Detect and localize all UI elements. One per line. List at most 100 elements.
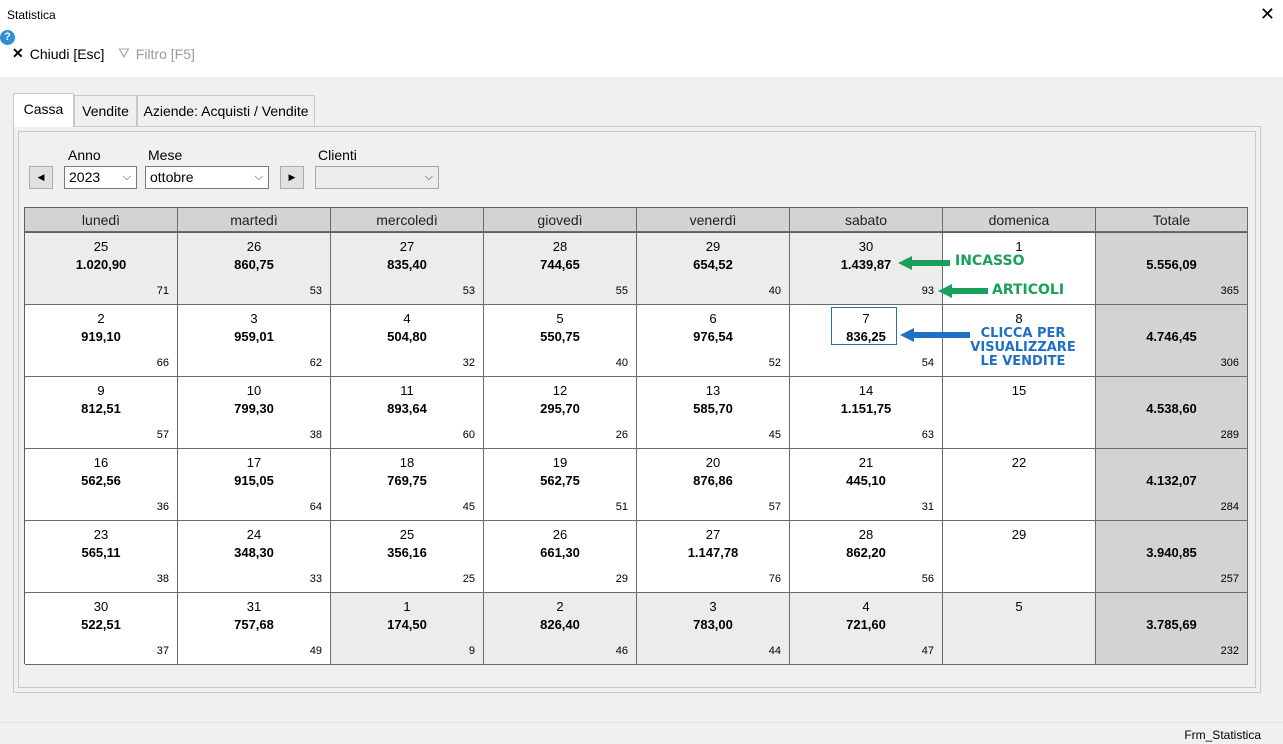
help-icon[interactable]: ? — [0, 30, 15, 45]
day-number: 5 — [556, 311, 564, 326]
day-cell[interactable]: 16 562,56 36 — [25, 449, 178, 521]
day-cell[interactable]: 18 769,75 45 — [331, 449, 484, 521]
day-item-count: 38 — [156, 573, 169, 585]
day-cell[interactable]: 23 565,11 38 — [25, 521, 178, 593]
day-number: 5 — [1015, 599, 1023, 614]
filter-button[interactable]: ⛛ Filtro [F5] — [118, 45, 195, 62]
day-item-count: 56 — [921, 573, 934, 585]
day-cell[interactable]: 2 919,10 66 — [25, 305, 178, 377]
day-amount: 893,64 — [387, 401, 427, 416]
toolbar: ✕ Chiudi [Esc] ⛛ Filtro [F5] ? — [0, 30, 1283, 77]
day-item-count: 36 — [156, 501, 169, 513]
day-cell[interactable]: 19 562,75 51 — [484, 449, 637, 521]
day-cell[interactable]: 25 1.020,90 71 — [25, 233, 178, 305]
day-cell[interactable]: 21 445,10 31 — [790, 449, 943, 521]
day-amount: 860,75 — [234, 257, 274, 272]
day-cell[interactable]: 10 799,30 38 — [178, 377, 331, 449]
day-cell[interactable]: 15 — [943, 377, 1096, 449]
day-cell[interactable]: 2 826,40 46 — [484, 593, 637, 665]
day-number: 28 — [858, 527, 874, 542]
day-cell[interactable]: 27 1.147,78 76 — [637, 521, 790, 593]
close-icon[interactable]: ✕ — [1260, 4, 1275, 24]
day-cell[interactable]: 12 295,70 26 — [484, 377, 637, 449]
day-number: 22 — [1011, 455, 1027, 470]
tab-cassa[interactable]: Cassa — [13, 93, 74, 127]
day-number: 29 — [1011, 527, 1027, 542]
day-cell[interactable]: 25 356,16 25 — [331, 521, 484, 593]
day-amount: 356,16 — [387, 545, 427, 560]
clicca-line-1: CLICCA PER — [980, 326, 1066, 341]
day-cell[interactable]: 9 812,51 57 — [25, 377, 178, 449]
day-item-count: 57 — [156, 429, 169, 441]
day-amount: 783,00 — [693, 617, 733, 632]
day-number: 27 — [705, 527, 721, 542]
week-total-count: 257 — [1220, 573, 1239, 585]
day-cell[interactable]: 26 860,75 53 — [178, 233, 331, 305]
day-cell[interactable]: 13 585,70 45 — [637, 377, 790, 449]
day-item-count: 71 — [156, 285, 169, 297]
day-cell[interactable]: 17 915,05 64 — [178, 449, 331, 521]
day-item-count: 37 — [156, 645, 169, 657]
day-item-count: 63 — [921, 429, 934, 441]
column-header: domenica — [943, 208, 1096, 232]
tab-aziende[interactable]: Aziende: Acquisti / Vendite — [137, 95, 315, 127]
day-cell[interactable]: 28 744,65 55 — [484, 233, 637, 305]
day-item-count: 55 — [615, 285, 628, 297]
close-button-label: Chiudi [Esc] — [29, 45, 105, 62]
day-cell[interactable]: 4 721,60 47 — [790, 593, 943, 665]
day-number: 6 — [709, 311, 717, 326]
day-item-count: 53 — [309, 285, 322, 297]
day-cell[interactable]: 5 — [943, 593, 1096, 665]
day-cell[interactable]: 5 550,75 40 — [484, 305, 637, 377]
calendar-grid: lunedì martedì mercoledì giovedì venerdì saba… — [24, 207, 1248, 665]
day-cell[interactable]: 26 661,30 29 — [484, 521, 637, 593]
day-cell[interactable]: 31 757,68 49 — [178, 593, 331, 665]
prev-month-button[interactable]: ◀ — [29, 166, 53, 189]
day-item-count: 51 — [615, 501, 628, 513]
day-cell[interactable]: 29 654,52 40 — [637, 233, 790, 305]
tab-vendite[interactable]: Vendite — [74, 95, 137, 127]
status-text: Frm_Statistica — [1184, 728, 1261, 742]
day-amount: 550,75 — [540, 329, 580, 344]
next-month-button[interactable]: ▶ — [280, 166, 304, 189]
day-item-count: 31 — [921, 501, 934, 513]
day-number: 30 — [858, 239, 874, 254]
day-cell[interactable]: 22 — [943, 449, 1096, 521]
day-item-count: 40 — [768, 285, 781, 297]
day-cell[interactable]: 1 174,50 9 — [331, 593, 484, 665]
day-item-count: 45 — [462, 501, 475, 513]
week-total-amount: 5.556,09 — [1146, 257, 1197, 272]
day-cell[interactable]: 20 876,86 57 — [637, 449, 790, 521]
day-cell[interactable]: 24 348,30 33 — [178, 521, 331, 593]
clienti-select[interactable]: ⌵ — [315, 166, 439, 189]
clienti-label: Clienti — [318, 147, 357, 163]
day-item-count: 32 — [462, 357, 475, 369]
day-cell[interactable]: 4 504,80 32 — [331, 305, 484, 377]
anno-select[interactable]: 2023 ⌵ — [64, 166, 137, 189]
day-item-count: 25 — [462, 573, 475, 585]
close-button[interactable]: ✕ Chiudi [Esc] — [12, 45, 104, 62]
day-cell[interactable]: 6 976,54 52 — [637, 305, 790, 377]
day-number: 16 — [93, 455, 109, 470]
week-total-amount: 3.785,69 — [1146, 617, 1197, 632]
day-cell[interactable]: 29 — [943, 521, 1096, 593]
day-cell[interactable]: 30 522,51 37 — [25, 593, 178, 665]
filter-button-label: Filtro [F5] — [135, 45, 195, 62]
day-cell[interactable]: 14 1.151,75 63 — [790, 377, 943, 449]
day-number: 29 — [705, 239, 721, 254]
day-number: 2 — [97, 311, 105, 326]
day-number: 4 — [862, 599, 870, 614]
day-cell[interactable]: 3 959,01 62 — [178, 305, 331, 377]
day-amount: 862,20 — [846, 545, 886, 560]
day-cell[interactable]: 27 835,40 53 — [331, 233, 484, 305]
day-amount: 1.151,75 — [840, 401, 892, 416]
day-number: 20 — [705, 455, 721, 470]
day-amount: 721,60 — [846, 617, 886, 632]
day-item-count: 33 — [309, 573, 322, 585]
day-number: 19 — [552, 455, 568, 470]
day-cell[interactable]: 3 783,00 44 — [637, 593, 790, 665]
mese-select[interactable]: ottobre ⌵ — [145, 166, 269, 189]
day-cell[interactable]: 11 893,64 60 — [331, 377, 484, 449]
day-number: 26 — [246, 239, 262, 254]
day-cell[interactable]: 28 862,20 56 — [790, 521, 943, 593]
